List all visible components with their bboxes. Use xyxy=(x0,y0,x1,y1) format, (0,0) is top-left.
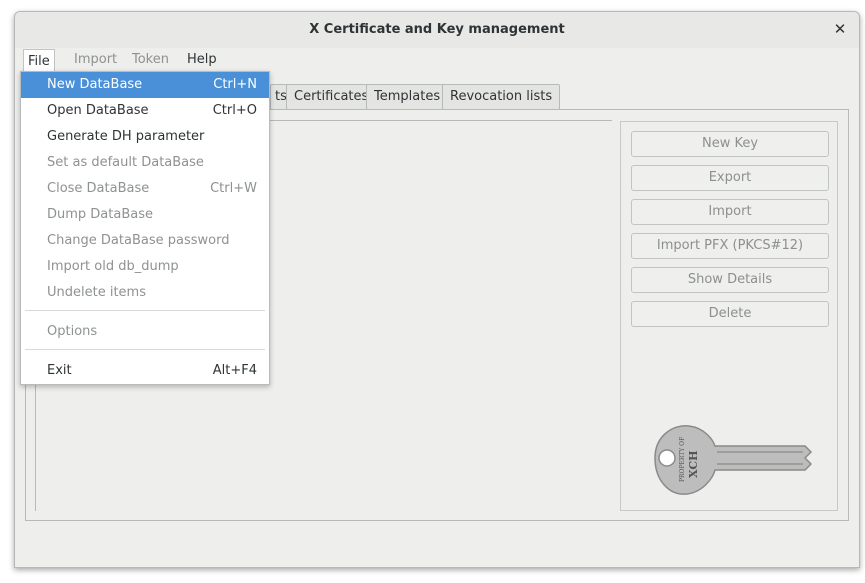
menu-open-database-shortcut: Ctrl+O xyxy=(212,103,257,118)
menu-set-default-database[interactable]: Set as default DataBase xyxy=(21,150,269,176)
menu-generate-dh[interactable]: Generate DH parameter xyxy=(21,124,269,150)
export-label: Export xyxy=(708,170,752,185)
menu-import[interactable]: Import xyxy=(74,52,117,67)
menu-undelete-items-label: Undelete items xyxy=(47,285,146,300)
menu-open-database[interactable]: Open DataBase Ctrl+O xyxy=(21,98,269,124)
tab-certificates-label: Certificates xyxy=(294,89,369,104)
delete-button[interactable]: Delete xyxy=(631,301,829,327)
menu-token[interactable]: Token xyxy=(132,52,169,67)
menu-new-database-label: New DataBase xyxy=(47,77,143,92)
menu-set-default-database-label: Set as default DataBase xyxy=(47,155,204,170)
menu-close-database-shortcut: Ctrl+W xyxy=(210,181,257,196)
import-pfx-label: Import PFX (PKCS#12) xyxy=(656,238,804,253)
menu-import-old-dump-label: Import old db_dump xyxy=(47,259,179,274)
menu-exit-label: Exit xyxy=(47,363,72,378)
import-button[interactable]: Import xyxy=(631,199,829,225)
new-key-label: New Key xyxy=(701,136,759,151)
show-details-label: Show Details xyxy=(687,272,773,287)
menu-separator xyxy=(25,349,265,350)
menu-dump-database[interactable]: Dump DataBase xyxy=(21,202,269,228)
close-window-button[interactable]: ✕ xyxy=(831,20,849,38)
menu-close-database[interactable]: Close DataBase Ctrl+W xyxy=(21,176,269,202)
new-key-button[interactable]: New Key xyxy=(631,131,829,157)
menu-options[interactable]: Options xyxy=(21,319,269,345)
tab-revocation-lists-label: Revocation lists xyxy=(450,89,553,104)
window-title: X Certificate and Key management xyxy=(309,22,565,37)
import-label: Import xyxy=(708,204,752,219)
menu-open-database-label: Open DataBase xyxy=(47,103,149,118)
menu-exit-shortcut: Alt+F4 xyxy=(212,363,257,378)
tab-templates[interactable]: Templates xyxy=(366,84,449,109)
menu-separator xyxy=(25,310,265,311)
title-bar[interactable]: X Certificate and Key management ✕ xyxy=(15,12,859,48)
tab-revocation-lists[interactable]: Revocation lists xyxy=(442,84,561,109)
logo-line2: XCH xyxy=(687,451,700,479)
tab-certificates[interactable]: Certificates xyxy=(286,84,377,109)
action-buttons: New Key Export Import Import PFX (PKCS#1… xyxy=(620,121,838,511)
menu-change-password-label: Change DataBase password xyxy=(47,233,230,248)
show-details-button[interactable]: Show Details xyxy=(631,267,829,293)
delete-label: Delete xyxy=(708,306,752,321)
menu-options-label: Options xyxy=(47,324,98,339)
menu-dump-database-label: Dump DataBase xyxy=(47,207,153,222)
key-logo-icon: PROPERTY OF XCH xyxy=(654,425,813,495)
menu-import-old-dump[interactable]: Import old db_dump xyxy=(21,254,269,280)
menu-exit[interactable]: Exit Alt+F4 xyxy=(21,358,269,384)
menu-help[interactable]: Help xyxy=(187,52,217,67)
export-button[interactable]: Export xyxy=(631,165,829,191)
import-pfx-button[interactable]: Import PFX (PKCS#12) xyxy=(631,233,829,259)
menu-new-database[interactable]: New DataBase Ctrl+N xyxy=(21,72,269,98)
logo-line1: PROPERTY OF xyxy=(679,437,686,482)
menu-new-database-shortcut: Ctrl+N xyxy=(213,77,257,92)
menu-change-password[interactable]: Change DataBase password xyxy=(21,228,269,254)
menu-close-database-label: Close DataBase xyxy=(47,181,150,196)
menu-generate-dh-label: Generate DH parameter xyxy=(47,129,205,144)
menu-undelete-items[interactable]: Undelete items xyxy=(21,280,269,306)
tab-templates-label: Templates xyxy=(374,89,441,104)
close-icon: ✕ xyxy=(833,20,847,38)
file-menu-dropdown: New DataBase Ctrl+N Open DataBase Ctrl+O… xyxy=(20,71,270,385)
